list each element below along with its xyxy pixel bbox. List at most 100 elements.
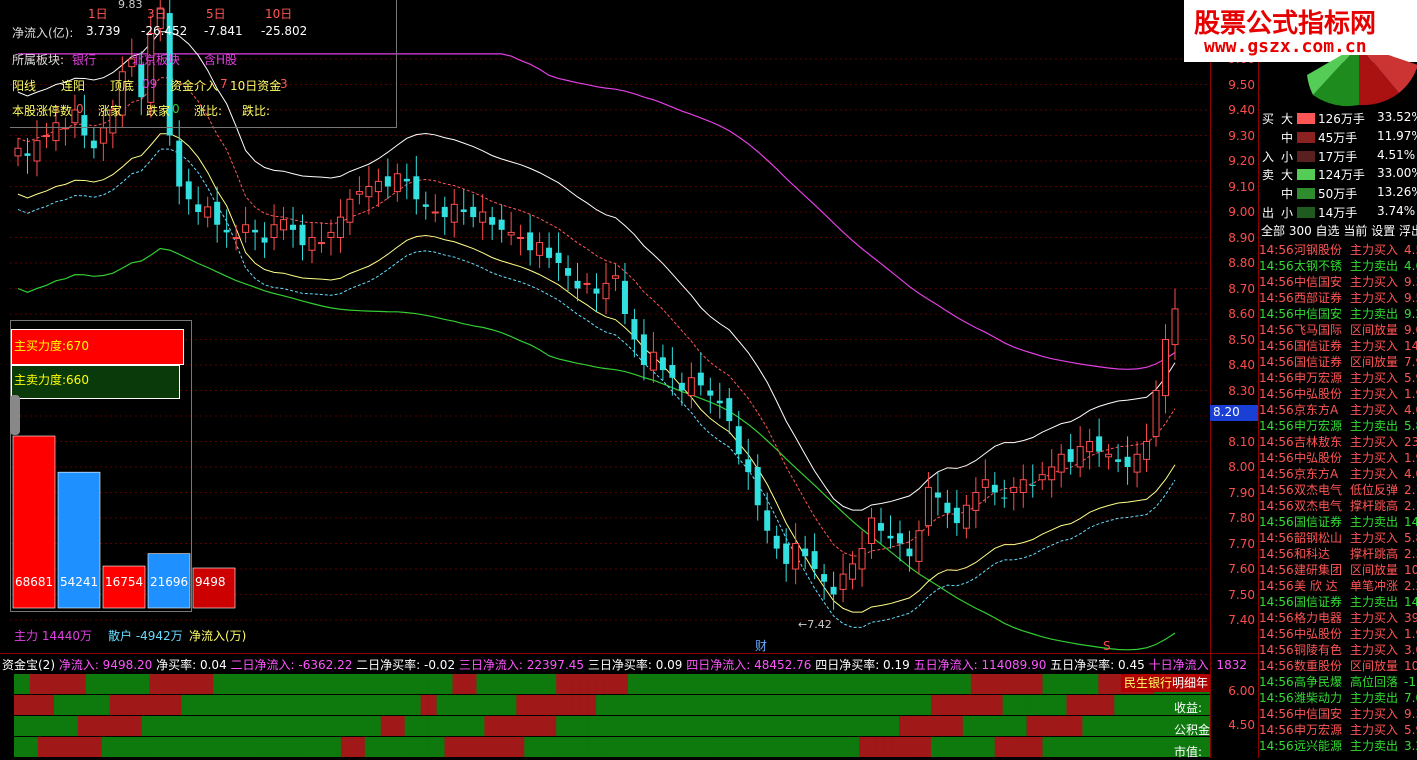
watermark-url: www.gszx.com.cn xyxy=(1204,36,1367,57)
heat-cell xyxy=(970,695,980,715)
heat-cell xyxy=(133,674,142,694)
ticker-row[interactable]: 14:56中信国安主力买入9.3 xyxy=(1259,705,1417,721)
sector-bank[interactable]: 银行 xyxy=(72,51,96,68)
heat-cell xyxy=(420,695,429,715)
candle-body xyxy=(299,224,306,246)
heat-cell xyxy=(253,716,262,736)
heat-cell xyxy=(875,674,884,694)
ticker-tab[interactable]: 自选 xyxy=(1316,224,1344,238)
heat-cell xyxy=(364,695,374,715)
heat-cell xyxy=(61,716,71,736)
ticker-row[interactable]: 14:56国信证券 主力卖出 14 xyxy=(1259,513,1417,529)
heat-cell xyxy=(14,674,23,694)
ticker-tab[interactable]: 当前 xyxy=(1343,224,1371,238)
heat-cell xyxy=(109,695,118,715)
candle-body xyxy=(555,252,562,263)
ticker-row[interactable]: 14:56国信证券区间放量7.9 xyxy=(1259,353,1417,369)
ticker-row[interactable]: 14:56西部证券主力买入9.5 xyxy=(1259,289,1417,305)
ticker-row[interactable]: 14:56中弘股份主力买入1.9 xyxy=(1259,449,1417,465)
heat-cell xyxy=(340,695,350,715)
heat-cell xyxy=(843,716,852,736)
ticker-tab[interactable]: 全部 xyxy=(1261,224,1289,238)
candle-body xyxy=(14,147,22,157)
heat-cell xyxy=(891,674,900,694)
ticker-row[interactable]: 14:56太钢不锈主力卖出4.6 xyxy=(1259,257,1417,273)
heat-cell xyxy=(851,695,860,715)
heat-cell xyxy=(1138,695,1147,715)
heat-cell xyxy=(835,695,844,715)
price-tick: 8.80 xyxy=(1228,256,1255,270)
ticker-row[interactable]: 14:56远兴能源主力卖出3.2 xyxy=(1259,737,1417,753)
heat-cell xyxy=(221,716,230,736)
heat-cell xyxy=(1114,737,1123,757)
heat-cell xyxy=(380,695,390,715)
heat-cell xyxy=(1098,695,1107,715)
ticker-row[interactable]: 14:56京东方A主力买入4.0 xyxy=(1259,465,1417,481)
heat-cell xyxy=(843,695,852,715)
ticker-row[interactable]: 14:56申万宏源主力卖出5.8 xyxy=(1259,417,1417,433)
heat-cell xyxy=(404,716,413,736)
heat-cell xyxy=(922,737,932,757)
ticker-row[interactable]: 14:56中信国安主力卖出9.2 xyxy=(1259,305,1417,321)
ticker-row[interactable]: 14:56飞马国际区间放量9.0 xyxy=(1259,321,1417,337)
heat-cell xyxy=(1154,716,1163,736)
heat-cell xyxy=(1202,695,1210,715)
ticker-row[interactable]: 14:56格力电器主力买入39. xyxy=(1259,609,1417,625)
ticker-row[interactable]: 14:56韶钢松山主力买入5.8 xyxy=(1259,529,1417,545)
ticker-row[interactable]: 14:56国信证券 主力卖出 14 xyxy=(1259,593,1417,609)
collapse-handle[interactable] xyxy=(10,395,20,435)
ticker-row[interactable]: 14:56和科达撑杆跳高2.3 xyxy=(1259,545,1417,561)
ticker-row[interactable]: 14:56数重股份区间放量10. xyxy=(1259,657,1417,673)
heat-cell xyxy=(460,674,469,694)
heat-cell xyxy=(986,716,996,736)
ticker-row[interactable]: 14:56高争民爆高位回落-1. xyxy=(1259,673,1417,689)
heat-cell xyxy=(29,695,39,715)
ticker-row[interactable]: 14:56京东方A主力买入4.0 xyxy=(1259,401,1417,417)
ticker-row[interactable]: 14:56双杰电气低位反弹2.1 xyxy=(1259,481,1417,497)
heat-cell xyxy=(404,674,413,694)
sector-h-share[interactable]: 含H股 xyxy=(204,51,237,68)
heat-cell xyxy=(978,716,988,736)
ticker-row[interactable]: 14:56中信国安主力买入9.3 xyxy=(1259,273,1417,289)
heat-cell xyxy=(468,737,477,757)
ticker-row[interactable]: 14:56潍柴动力主力卖出7.0 xyxy=(1259,689,1417,705)
indicator-value: 净流入: 9498.20 xyxy=(58,658,157,672)
candle-body xyxy=(176,140,183,187)
heat-cell xyxy=(524,674,533,694)
ticker-row[interactable]: 14:56申万宏源主力买入5.9 xyxy=(1259,721,1417,737)
heat-cell xyxy=(627,716,637,736)
stock-tag[interactable]: 民生银行明细年 xyxy=(1121,674,1212,692)
candle-body xyxy=(1010,486,1018,493)
ticker-row[interactable]: 14:56吉林敖东 主力买入 23 xyxy=(1259,433,1417,449)
ticker-tab[interactable]: 浮出 xyxy=(1399,224,1417,238)
ticker-row[interactable]: 14:56美 欣 达单笔冲涨2.2 xyxy=(1259,577,1417,593)
ticker-row[interactable]: 14:56中弘股份主力买入1.9 xyxy=(1259,385,1417,401)
ticker-tab[interactable]: 300 xyxy=(1289,224,1316,238)
heat-cell xyxy=(348,695,358,715)
candle-body xyxy=(527,232,534,251)
candle-body xyxy=(365,186,373,198)
heat-cell xyxy=(899,737,908,757)
ticker-row[interactable]: 14:56河钢股份主力买入4.5 xyxy=(1259,241,1417,257)
heat-cell xyxy=(1130,737,1139,757)
ticker-row[interactable]: 14:56铜陵有色主力买入3.0 xyxy=(1259,641,1417,657)
heat-cell xyxy=(564,674,573,694)
heat-cell xyxy=(811,674,820,694)
ticker-row[interactable]: 14:56中弘股份主力买入1.9 xyxy=(1259,625,1417,641)
heat-cell xyxy=(324,674,334,694)
heat-cell xyxy=(1122,695,1131,715)
ticker-tab[interactable]: 设置 xyxy=(1371,224,1399,238)
heat-cell xyxy=(1042,674,1051,694)
heat-cell xyxy=(157,716,166,736)
ticker-row[interactable]: 14:56双杰电气撑杆跳高2.1 xyxy=(1259,497,1417,513)
heat-cell xyxy=(245,737,254,757)
heat-cell xyxy=(922,695,932,715)
sector-beijing[interactable]: 北京板块 xyxy=(132,51,180,68)
indicator-values: 资金宝(2) 净流入: 9498.20 净买率: 0.04 二日净流入: -63… xyxy=(2,656,1247,672)
ticker-row[interactable]: 14:56建研集团区间放量10. xyxy=(1259,561,1417,577)
ticker-row[interactable]: 14:56申万宏源主力买入5.9 xyxy=(1259,369,1417,385)
ticker-row[interactable]: 14:56国信证券主力买入14. xyxy=(1259,337,1417,353)
indicator-name[interactable]: 资金宝(2) xyxy=(2,658,59,672)
heat-cell xyxy=(532,737,541,757)
heat-cell xyxy=(277,737,286,757)
